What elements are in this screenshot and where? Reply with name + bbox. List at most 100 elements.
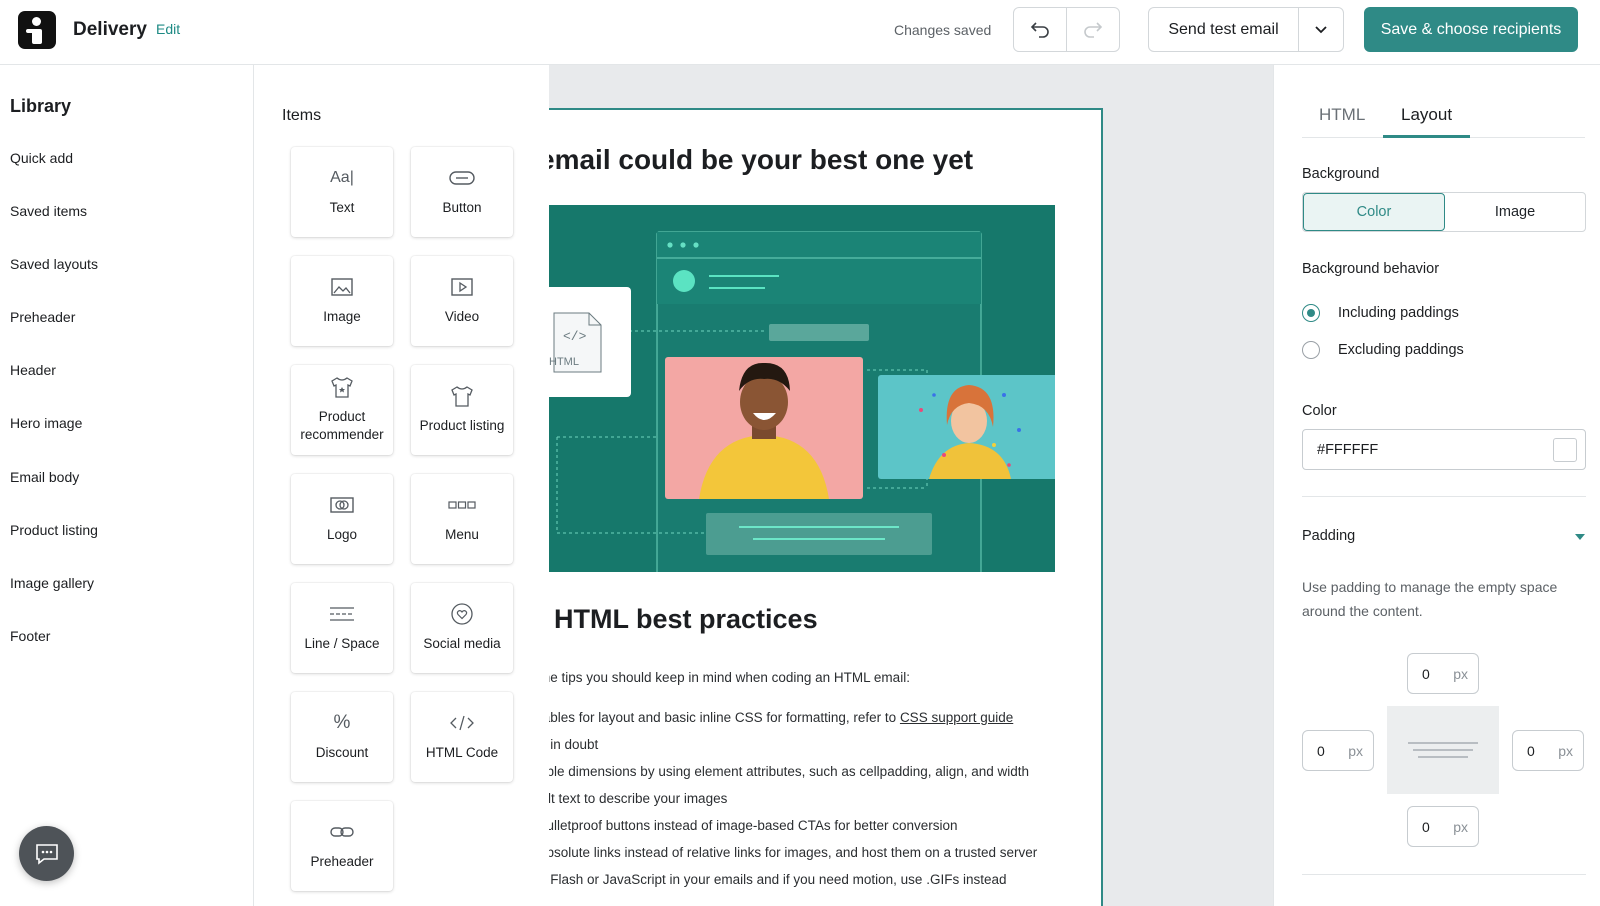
tab-html[interactable]: HTML bbox=[1319, 105, 1365, 125]
library-item-hero-image[interactable]: Hero image bbox=[10, 415, 82, 431]
item-tile-video[interactable]: Video bbox=[411, 256, 513, 346]
save-choose-recipients-button[interactable]: Save & choose recipients bbox=[1364, 7, 1578, 52]
hero-image[interactable]: </> HTML bbox=[549, 205, 1055, 572]
color-hex-input[interactable]: #FFFFFF bbox=[1302, 429, 1586, 470]
padding-preview bbox=[1387, 706, 1499, 794]
padding-bottom-input[interactable]: 0 px bbox=[1407, 806, 1479, 847]
email-tip[interactable]: bulletproof buttons instead of image-bas… bbox=[549, 818, 957, 833]
library-item-email-body[interactable]: Email body bbox=[10, 469, 79, 485]
email-tip[interactable]: able dimensions by using element attribu… bbox=[549, 764, 1029, 779]
send-test-email-button[interactable]: Send test email bbox=[1149, 8, 1299, 51]
color-hex-value: #FFFFFF bbox=[1317, 441, 1379, 458]
item-tile-label: HTML Code bbox=[425, 745, 499, 760]
item-tile-line-space[interactable]: Line / Space bbox=[291, 583, 393, 673]
padding-collapse-caret-icon[interactable] bbox=[1575, 534, 1585, 540]
app-logo[interactable] bbox=[18, 11, 56, 49]
padding-value: 0 bbox=[1317, 742, 1325, 759]
item-tile-social-media[interactable]: Social media bbox=[411, 583, 513, 673]
item-tile-product-recommender[interactable]: Product recommender bbox=[291, 365, 393, 455]
redo-button[interactable] bbox=[1067, 8, 1119, 51]
item-tile-discount[interactable]: % Discount bbox=[291, 692, 393, 782]
item-tile-label: Logo bbox=[326, 527, 358, 542]
item-tile-label: Product recommender bbox=[300, 409, 384, 442]
item-tile-label: Button bbox=[442, 200, 482, 215]
line-space-icon bbox=[329, 603, 355, 625]
undo-redo-group bbox=[1013, 7, 1120, 52]
item-tile-preheader[interactable]: Preheader bbox=[291, 801, 393, 891]
radio-including-paddings[interactable]: Including paddings bbox=[1302, 304, 1459, 322]
tshirt-icon bbox=[449, 385, 475, 407]
item-tile-logo[interactable]: Logo bbox=[291, 474, 393, 564]
code-icon bbox=[450, 712, 474, 734]
padding-left-input[interactable]: 0 px bbox=[1302, 730, 1374, 771]
css-support-guide-link[interactable]: CSS support guide bbox=[900, 710, 1013, 725]
email-tip[interactable]: tables for layout and basic inline CSS f… bbox=[549, 710, 1013, 725]
undo-button[interactable] bbox=[1014, 8, 1067, 51]
undo-icon bbox=[1030, 21, 1049, 38]
library-item-product-listing[interactable]: Product listing bbox=[10, 522, 98, 538]
background-behavior-label: Background behavior bbox=[1302, 261, 1440, 277]
item-tile-product-listing[interactable]: Product listing bbox=[411, 365, 513, 455]
item-tile-html-code[interactable]: HTML Code bbox=[411, 692, 513, 782]
chevron-down-icon bbox=[1315, 26, 1327, 34]
item-tile-image[interactable]: Image bbox=[291, 256, 393, 346]
item-tile-label: Discount bbox=[315, 745, 369, 760]
item-tile-label: Text bbox=[329, 200, 355, 215]
button-icon bbox=[449, 167, 475, 189]
radio-button[interactable] bbox=[1302, 304, 1320, 322]
email-heading[interactable]: email could be your best one yet bbox=[549, 144, 973, 176]
item-tile-label: Social media bbox=[423, 636, 501, 651]
item-tile-label: Line / Space bbox=[304, 636, 380, 651]
background-label: Background bbox=[1302, 166, 1380, 182]
hero-illustration: </> HTML bbox=[549, 205, 1055, 572]
email-tip[interactable]: absolute links instead of relative links… bbox=[549, 845, 1037, 860]
padding-value: 0 bbox=[1527, 742, 1535, 759]
library-item-quick-add[interactable]: Quick add bbox=[10, 150, 73, 166]
padding-unit: px bbox=[1348, 742, 1363, 759]
items-title: Items bbox=[282, 107, 322, 124]
heart-icon bbox=[451, 603, 473, 625]
radio-excluding-paddings[interactable]: Excluding paddings bbox=[1302, 341, 1464, 359]
padding-label[interactable]: Padding bbox=[1302, 528, 1355, 544]
library-item-saved-layouts[interactable]: Saved layouts bbox=[10, 256, 98, 272]
section-divider bbox=[1302, 496, 1586, 497]
library-title: Library bbox=[10, 96, 72, 116]
email-tip[interactable]: Alt text to describe your images bbox=[549, 791, 727, 806]
background-color-option[interactable]: Color bbox=[1303, 193, 1445, 231]
edit-title-link[interactable]: Edit bbox=[156, 21, 180, 37]
library-item-saved-items[interactable]: Saved items bbox=[10, 203, 87, 219]
background-type-toggle: Color Image bbox=[1302, 192, 1586, 232]
padding-right-input[interactable]: 0 px bbox=[1512, 730, 1584, 771]
library-item-preheader[interactable]: Preheader bbox=[10, 309, 75, 325]
tab-layout[interactable]: Layout bbox=[1401, 105, 1452, 125]
email-intro[interactable]: me tips you should keep in mind when cod… bbox=[549, 670, 910, 685]
chat-icon bbox=[35, 843, 58, 865]
background-image-option[interactable]: Image bbox=[1445, 193, 1585, 231]
padding-unit: px bbox=[1453, 665, 1468, 682]
padding-top-input[interactable]: 0 px bbox=[1407, 653, 1479, 694]
radio-button[interactable] bbox=[1302, 341, 1320, 359]
library-item-header[interactable]: Header bbox=[10, 362, 56, 378]
item-tile-menu[interactable]: Menu bbox=[411, 474, 513, 564]
email-canvas[interactable]: email could be your best one yet </> HTM… bbox=[549, 65, 1273, 906]
email-subheading[interactable]: HTML best practices bbox=[554, 604, 818, 635]
item-tile-button[interactable]: Button bbox=[411, 147, 513, 237]
email-tip[interactable]: n in doubt bbox=[549, 737, 598, 752]
section-divider bbox=[1302, 874, 1586, 875]
item-tile-text[interactable]: Aa| Text bbox=[291, 147, 393, 237]
library-item-footer[interactable]: Footer bbox=[10, 628, 50, 644]
email-tip[interactable]: d Flash or JavaScript in your emails and… bbox=[549, 872, 1006, 887]
tshirt-star-icon bbox=[329, 376, 355, 398]
padding-unit: px bbox=[1453, 818, 1468, 835]
hero-html-label: HTML bbox=[549, 356, 579, 368]
chat-button[interactable] bbox=[19, 826, 74, 881]
library-item-image-gallery[interactable]: Image gallery bbox=[10, 575, 94, 591]
image-icon bbox=[331, 276, 353, 298]
padding-value: 0 bbox=[1422, 818, 1430, 835]
padding-value: 0 bbox=[1422, 665, 1430, 682]
color-swatch[interactable] bbox=[1553, 438, 1577, 462]
save-status: Changes saved bbox=[894, 22, 992, 38]
tab-active-indicator bbox=[1383, 135, 1470, 138]
email-preview[interactable]: email could be your best one yet </> HTM… bbox=[549, 108, 1103, 906]
send-test-dropdown[interactable] bbox=[1299, 8, 1343, 51]
